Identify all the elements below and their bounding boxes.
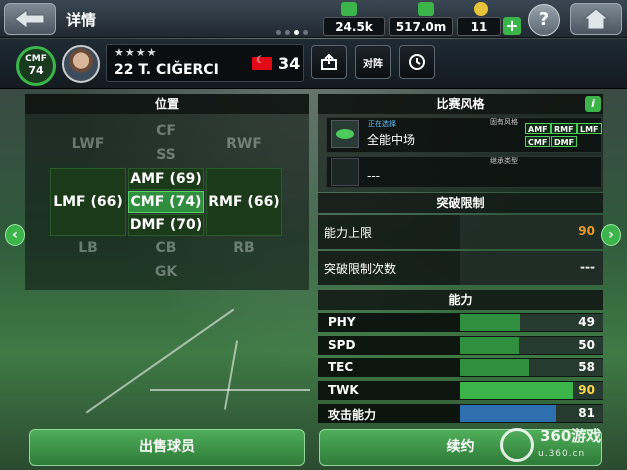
ability-row: TWK 90 [318,381,603,400]
ability-fill [460,337,519,354]
ability-value: 81 [578,406,595,420]
chip-amf: AMF [525,123,551,134]
page-indicator [276,30,308,35]
gp-counter: 24.5k [323,17,385,36]
pos-lmf[interactable]: LMF (66) [50,168,126,236]
limit-value: 90 [578,224,595,238]
ability-row: SPD 50 [318,336,603,355]
inherit-icon-slot [331,158,359,186]
style-header: 比赛风格 [318,94,603,114]
ability-label: PHY [328,315,356,329]
ability-value: 49 [578,315,595,329]
player-age: 34 [278,54,301,73]
page-title: 详情 [66,11,97,29]
ability-fill [460,314,520,331]
ability-label: TWK [328,383,359,397]
watermark-logo-icon [500,428,534,462]
clock-icon [409,54,425,70]
top-header: 详情 24.5k 517.0m 11 + ? [0,0,627,38]
formation-button-label: 对阵 [363,58,383,70]
pos-rb: RB [233,240,255,256]
formation-button[interactable]: 对阵 [355,45,391,79]
info-icon[interactable]: i [585,96,601,112]
money-icon [418,2,434,16]
history-button[interactable] [399,45,435,79]
ability-row: TEC 58 [318,358,603,377]
watermark-url: u.360.cn [538,449,586,459]
ability-fill [460,405,556,422]
money-counter: 517.0m [389,17,453,36]
watermark-brand: 360游戏 [540,427,602,445]
turkey-flag-icon [252,55,272,70]
home-button[interactable] [570,3,622,35]
pos-cf: CF [156,123,176,139]
limit-row-count: 突破限制次数 --- [318,251,603,285]
pos-lwf: LWF [71,136,105,152]
back-arrow-icon [14,9,45,29]
pos-cmf[interactable]: CMF (74) [128,191,204,213]
pos-dmf[interactable]: DMF (70) [128,214,204,236]
gp-icon [341,2,357,16]
chip-lmf: LMF [577,123,602,134]
limit-label: 突破限制次数 [324,262,397,276]
pitch-line [150,389,310,391]
coin-counter: 11 [457,17,501,36]
positions-header: 位置 [25,94,309,114]
inherit-style-label: 继承类型 [490,157,518,165]
position-label: CMF [25,54,47,64]
pos-amf[interactable]: AMF (69) [128,168,204,190]
pos-cb: CB [155,240,177,256]
limit-header: 突破限制 [318,193,603,213]
limit-label: 能力上限 [324,226,373,240]
ability-header: 能力 [318,290,603,310]
avatar [62,45,100,83]
ability-value: 58 [578,360,595,374]
help-button[interactable]: ? [528,4,560,36]
page-dot [276,30,281,35]
share-button[interactable] [311,45,347,79]
limit-row-cap: 能力上限 90 [318,215,603,249]
prev-player-arrow-icon[interactable]: ‹ [5,224,25,246]
pos-rwf: RWF [226,136,262,152]
position-badge: CMF 74 [16,46,56,86]
add-coins-button[interactable]: + [503,17,521,35]
pos-ss: SS [156,147,176,163]
player-name: 22 T. CIĞERCI [114,62,219,78]
ability-label: 攻击能力 [328,408,377,422]
ability-value: 50 [578,338,595,352]
current-style-value: 全能中场 [367,133,416,147]
back-button[interactable] [4,3,56,35]
ability-label: SPD [328,338,356,352]
page-dot [285,30,290,35]
sell-player-button[interactable]: 出售球员 [29,429,305,466]
page-dot [303,30,308,35]
ability-row: PHY 49 [318,313,603,332]
share-icon [321,54,337,70]
ability-fill [460,382,573,399]
rating-value: 74 [28,64,44,77]
coin-icon [474,2,488,16]
style-icon [331,120,359,148]
chip-cmf: CMF [525,136,551,147]
page-dot [294,30,299,35]
ability-label: TEC [328,360,354,374]
home-icon [582,8,610,30]
player-stars: ★★★★ [114,46,158,59]
next-player-arrow-icon[interactable]: › [601,224,621,246]
pos-lb: LB [78,240,98,256]
ability-value: 90 [578,383,595,397]
pos-rmf[interactable]: RMF (66) [206,168,282,236]
inherent-style-label: 固有风格 [490,118,518,126]
current-style-label: 正在选择 [368,120,396,128]
chip-rmf: RMF [551,123,577,134]
ability-fill [460,359,529,376]
chip-dmf: DMF [551,136,578,147]
limit-value: --- [580,260,595,274]
ability-row: 攻击能力 81 [318,404,603,423]
pos-gk: GK [154,264,178,280]
inherit-style-value: --- [367,169,380,183]
